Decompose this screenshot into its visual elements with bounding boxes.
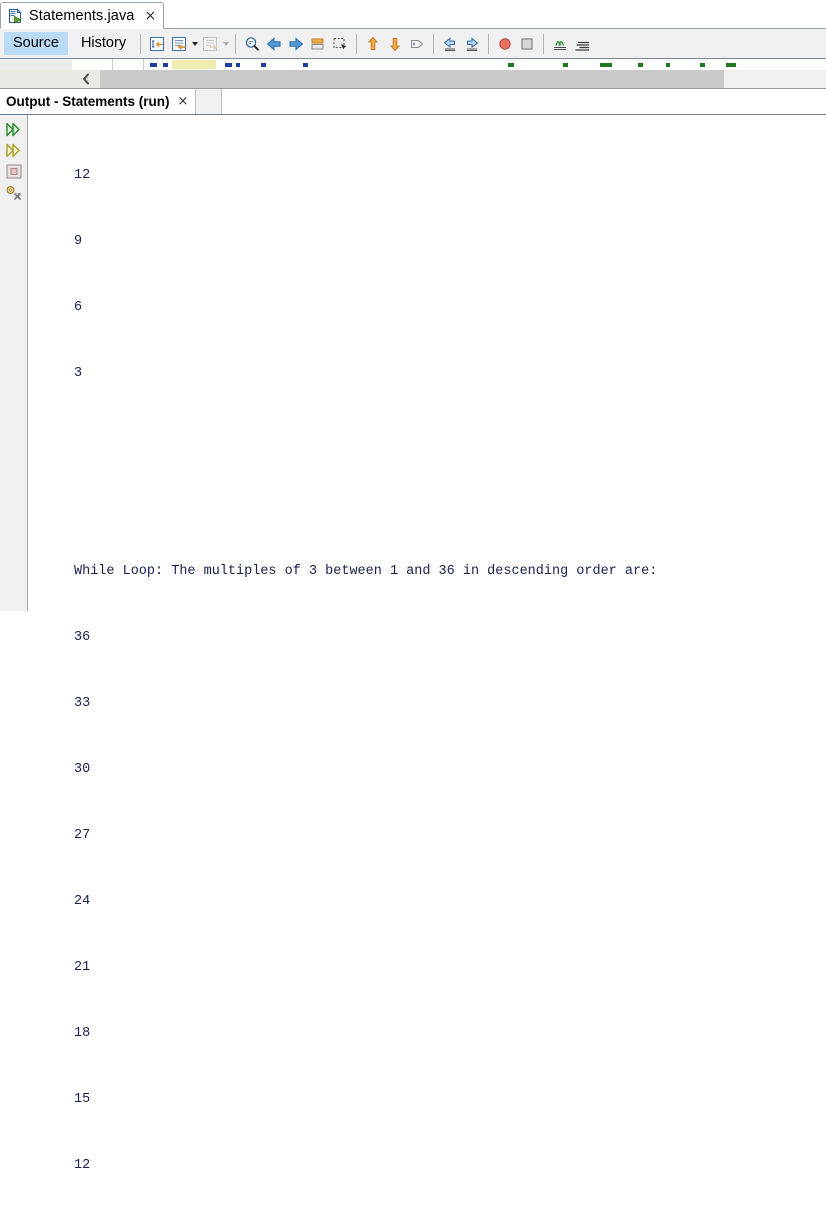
editor-highlight xyxy=(172,60,216,69)
inspect-icon[interactable] xyxy=(549,33,571,55)
toggle-rectangular-selection-icon[interactable] xyxy=(329,33,351,55)
close-icon[interactable]: × xyxy=(178,95,189,108)
editor-text-fragment xyxy=(225,63,232,67)
next-bookmark-icon[interactable] xyxy=(384,33,406,55)
editor-gutter xyxy=(0,59,73,70)
scrollbar-track[interactable] xyxy=(100,70,826,88)
stop-process-icon[interactable] xyxy=(0,161,28,182)
output-line: 12 xyxy=(74,168,91,183)
find-previous-icon[interactable] xyxy=(263,33,285,55)
editor-text-fragment xyxy=(261,63,266,67)
output-line: 30 xyxy=(74,762,91,777)
output-line-while-loop-header: While Loop: The multiples of 3 between 1… xyxy=(74,564,658,579)
previous-bookmark-icon[interactable] xyxy=(362,33,384,55)
editor-text-fragment xyxy=(150,63,157,67)
editor-text-fragment xyxy=(236,63,240,67)
stop-macro-icon[interactable] xyxy=(516,33,538,55)
output-window-body: 12 9 6 3 While Loop: The multiples of 3 … xyxy=(0,115,826,1173)
editor-text-fragment xyxy=(638,63,643,67)
editor-toolbar: Source History xyxy=(0,29,826,59)
toolbar-separator xyxy=(356,33,358,54)
uncomment-dropdown-icon[interactable] xyxy=(221,33,230,55)
output-window-titlebar: Output - Statements (run) × xyxy=(0,89,826,115)
editor-text-fragment xyxy=(726,63,736,67)
output-text-area[interactable]: 12 9 6 3 While Loop: The multiples of 3 … xyxy=(28,115,826,1173)
chevron-left-icon xyxy=(83,73,89,85)
find-selection-icon[interactable] xyxy=(241,33,263,55)
toolbar-separator xyxy=(235,33,237,54)
close-icon[interactable]: × xyxy=(144,9,156,23)
uncomment-icon[interactable] xyxy=(199,33,221,55)
output-line: 21 xyxy=(74,960,91,975)
editor-text-fragment xyxy=(563,63,568,67)
document-tab-strip: Statements.java × xyxy=(0,0,826,29)
output-line: 27 xyxy=(74,828,91,843)
editor-text-fragment xyxy=(303,63,308,67)
editor-text-fragment xyxy=(700,63,705,67)
output-line: 9 xyxy=(74,234,83,249)
editor-gutter-tertiary xyxy=(113,59,144,70)
output-line: 15 xyxy=(74,1092,91,1107)
tab-source[interactable]: Source xyxy=(4,32,68,55)
output-line: 9 xyxy=(74,1221,826,1222)
editor-text-fragment xyxy=(163,63,168,67)
toolbar-separator xyxy=(140,33,142,54)
document-tab-label: Statements.java xyxy=(29,7,135,24)
editor-content-sliver xyxy=(0,59,826,70)
rerun-icon[interactable] xyxy=(0,119,28,140)
output-tab-overflow[interactable] xyxy=(196,89,223,114)
toolbar-separator xyxy=(433,33,435,54)
rerun-with-different-params-icon[interactable] xyxy=(0,140,28,161)
tab-history[interactable]: History xyxy=(72,32,135,55)
settings-icon[interactable] xyxy=(0,182,28,203)
editor-text-fragment xyxy=(666,63,670,67)
last-edit-icon[interactable] xyxy=(146,33,168,55)
toggle-comment-icon[interactable] xyxy=(168,33,190,55)
output-line: 33 xyxy=(74,696,91,711)
java-file-icon xyxy=(7,7,23,24)
output-line: 12 xyxy=(74,1158,91,1173)
document-tab-statements-java[interactable]: Statements.java × xyxy=(0,2,165,29)
output-line: 24 xyxy=(74,894,91,909)
output-line: 3 xyxy=(74,366,83,381)
editor-text-fragment xyxy=(600,63,612,67)
editor-text-fragment xyxy=(508,63,514,67)
shift-right-icon[interactable] xyxy=(461,33,483,55)
shift-left-icon[interactable] xyxy=(439,33,461,55)
scroll-left-button[interactable] xyxy=(72,70,100,88)
toolbar-separator xyxy=(543,33,545,54)
toggle-comment-dropdown-icon[interactable] xyxy=(190,33,199,55)
output-line: 36 xyxy=(74,630,91,645)
output-window-title: Output - Statements (run) xyxy=(6,94,170,109)
editor-horizontal-scrollbar[interactable] xyxy=(0,70,826,89)
output-line: 6 xyxy=(74,300,83,315)
toolbar-separator xyxy=(488,33,490,54)
toggle-bookmark-icon[interactable] xyxy=(406,33,428,55)
find-next-icon[interactable] xyxy=(285,33,307,55)
format-icon[interactable] xyxy=(571,33,593,55)
output-tab-statements-run[interactable]: Output - Statements (run) × xyxy=(0,89,197,114)
scrollbar-thumb[interactable] xyxy=(100,70,725,88)
scrollbar-gutter-spacer xyxy=(0,70,72,88)
toggle-highlight-icon[interactable] xyxy=(307,33,329,55)
output-line: 18 xyxy=(74,1026,91,1041)
record-macro-icon[interactable] xyxy=(494,33,516,55)
output-action-gutter xyxy=(0,115,28,611)
editor-gutter-secondary xyxy=(72,59,113,70)
